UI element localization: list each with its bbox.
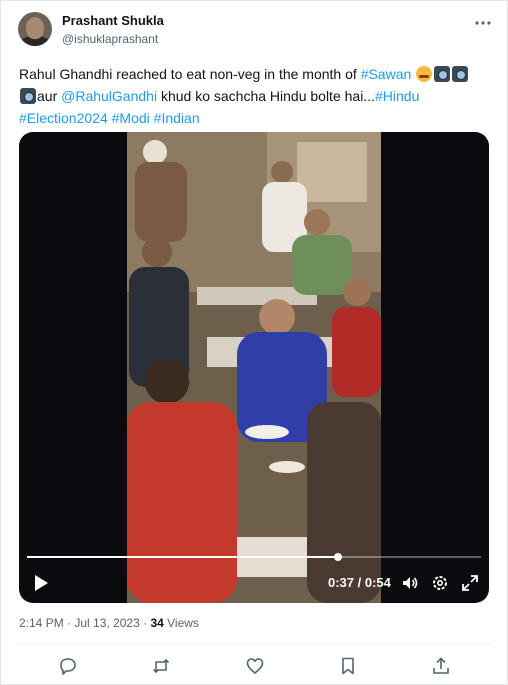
reply-icon[interactable] — [58, 656, 78, 676]
tweet-text-part: Rahul Ghandhi reached to eat non-veg in … — [19, 66, 361, 82]
views-count: 34 — [150, 616, 164, 630]
tweet-card: Prashant Shukla @ishuklaprashant Rahul G… — [0, 0, 508, 685]
tweet-text-part: aur — [37, 88, 62, 104]
avatar-face — [26, 17, 44, 39]
video-player[interactable]: 0:37 / 0:54 — [19, 132, 489, 603]
hashtag-indian[interactable]: #Indian — [154, 110, 200, 126]
video-duration: 0:54 — [364, 575, 391, 590]
hashtag-election2024[interactable]: #Election2024 — [19, 110, 108, 126]
mention-rahulgandhi[interactable]: @RahulGandhi — [61, 88, 157, 104]
video-current-time: 0:37 — [328, 575, 355, 590]
volume-icon[interactable] — [401, 574, 419, 592]
divider — [19, 644, 491, 645]
bookmark-icon[interactable] — [338, 656, 358, 676]
more-dots-icon[interactable] — [474, 13, 492, 29]
author-handle[interactable]: @ishuklaprashant — [62, 32, 158, 46]
video-progress-bar[interactable] — [27, 553, 481, 561]
share-icon[interactable] — [431, 656, 451, 676]
views-label: Views — [163, 616, 199, 630]
tweet-text: Rahul Ghandhi reached to eat non-veg in … — [19, 63, 491, 129]
avatar[interactable] — [18, 12, 52, 46]
meta-separator: · — [139, 616, 151, 630]
play-icon[interactable] — [33, 574, 49, 592]
video-progress-fill — [27, 556, 338, 558]
video-progress-knob[interactable] — [333, 553, 342, 561]
camera-emoji-icon — [452, 66, 469, 82]
video-time-separator: / — [354, 575, 365, 590]
settings-icon[interactable] — [431, 574, 449, 592]
tweet-date[interactable]: Jul 13, 2023 — [74, 616, 139, 630]
hashtag-hindu[interactable]: #Hindu — [375, 88, 419, 104]
tweet-time[interactable]: 2:14 PM — [19, 616, 64, 630]
video-frame — [127, 132, 381, 603]
camera-emoji-icon — [434, 66, 451, 82]
video-time: 0:37 / 0:54 — [328, 575, 391, 590]
hashtag-modi[interactable]: #Modi — [112, 110, 150, 126]
tweet-text-part: khud ko sachcha Hindu bolte hai... — [157, 88, 375, 104]
author-name[interactable]: Prashant Shukla — [62, 13, 164, 28]
camera-emoji-icon — [20, 88, 36, 104]
hashtag-sawan[interactable]: #Sawan — [361, 66, 412, 82]
tweet-meta: 2:14 PM · Jul 13, 2023 · 34 Views — [19, 616, 199, 630]
like-icon[interactable] — [245, 656, 265, 676]
angry-face-emoji-icon — [416, 66, 433, 82]
fullscreen-icon[interactable] — [461, 574, 479, 592]
meta-separator: · — [63, 616, 75, 630]
retweet-icon[interactable] — [151, 656, 171, 676]
